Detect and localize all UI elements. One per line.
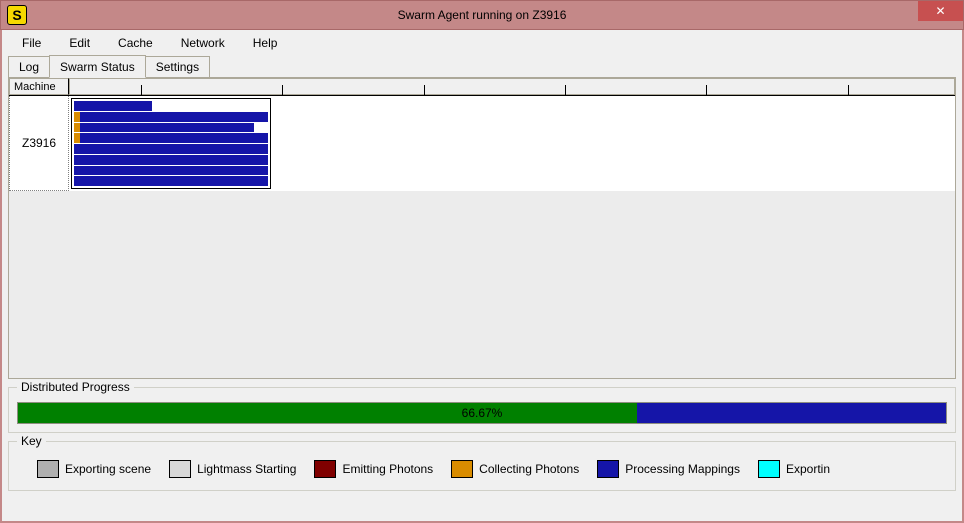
key-item-exporting-scene: Exporting scene: [37, 460, 151, 478]
thread-bars-box: [71, 98, 271, 189]
processing-segment: [74, 176, 268, 186]
machine-name: Z3916: [22, 136, 56, 150]
content-area: Log Swarm Status Settings Machine Z3916 …: [0, 56, 964, 523]
thread-bar-row: [74, 166, 268, 176]
timeline-tick: [141, 85, 142, 95]
tab-settings[interactable]: Settings: [145, 56, 210, 78]
thread-bars-cell: [69, 96, 955, 191]
thread-bar-row: [74, 144, 268, 154]
processing-segment: [74, 101, 152, 111]
key-label: Key: [17, 434, 46, 448]
key-item-label: Exportin: [786, 462, 830, 476]
thread-bar-row: [74, 155, 268, 165]
timeline-tick: [565, 85, 566, 95]
machine-name-cell: Z3916: [9, 96, 69, 191]
emitting-photons-swatch: [314, 460, 336, 478]
status-panel: Machine Z3916: [8, 77, 956, 379]
thread-bar-row: [74, 123, 268, 133]
key-item-label: Emitting Photons: [342, 462, 433, 476]
key-item-label: Collecting Photons: [479, 462, 579, 476]
column-machine: Machine: [9, 78, 69, 95]
lightmass-starting-swatch: [169, 460, 191, 478]
processing-segment: [80, 112, 268, 122]
tab-log[interactable]: Log: [8, 56, 50, 78]
grid-header: Machine: [9, 78, 955, 96]
progress-processing-segment: [637, 403, 946, 423]
close-icon: ✕: [935, 4, 945, 18]
processing-segment: [74, 166, 268, 176]
timeline-tick: [848, 85, 849, 95]
tab-strip: Log Swarm Status Settings: [8, 56, 956, 78]
collecting-photons-swatch: [451, 460, 473, 478]
app-icon: S: [7, 5, 27, 25]
key-group: Key Exporting sceneLightmass StartingEmi…: [8, 441, 956, 491]
progress-complete-segment: [18, 403, 637, 423]
processing-segment: [74, 155, 268, 165]
distributed-progress-bar: 66.67%: [17, 402, 947, 424]
timeline-tick: [706, 85, 707, 95]
close-button[interactable]: ✕: [918, 1, 963, 21]
key-item-label: Lightmass Starting: [197, 462, 296, 476]
processing-segment: [80, 123, 255, 133]
timeline-header: [69, 78, 955, 95]
processing-segment: [74, 144, 268, 154]
column-machine-label: Machine: [14, 81, 56, 93]
grid-row: Z3916: [9, 96, 955, 191]
menu-file[interactable]: File: [8, 32, 55, 54]
processing-mappings-swatch: [597, 460, 619, 478]
thread-bar-row: [74, 101, 268, 111]
titlebar: S Swarm Agent running on Z3916 ✕: [0, 0, 964, 30]
menubar: File Edit Cache Network Help: [0, 30, 964, 56]
tab-swarm-status[interactable]: Swarm Status: [49, 55, 146, 78]
key-item-collecting-photons: Collecting Photons: [451, 460, 579, 478]
thread-bar-row: [74, 133, 268, 143]
distributed-progress-label: Distributed Progress: [17, 380, 134, 394]
distributed-progress-group: Distributed Progress 66.67%: [8, 387, 956, 433]
key-item-lightmass-starting: Lightmass Starting: [169, 460, 296, 478]
key-item-emitting-photons: Emitting Photons: [314, 460, 433, 478]
exporting-scene-swatch: [37, 460, 59, 478]
window-title: Swarm Agent running on Z3916: [398, 8, 567, 22]
exporting-swatch: [758, 460, 780, 478]
menu-help[interactable]: Help: [239, 32, 292, 54]
processing-segment: [80, 133, 268, 143]
key-items: Exporting scene Lightmass Starting Emittin…: [17, 456, 947, 482]
key-item-label: Processing Mappings: [625, 462, 740, 476]
timeline-tick: [424, 85, 425, 95]
progress-percent-text: 66.67%: [462, 406, 503, 420]
menu-cache[interactable]: Cache: [104, 32, 167, 54]
menu-network[interactable]: Network: [167, 32, 239, 54]
timeline-tick: [282, 85, 283, 95]
grid-empty-area: [9, 191, 955, 378]
key-item-exporting: Exportin: [758, 460, 830, 478]
menu-edit[interactable]: Edit: [55, 32, 104, 54]
thread-bar-row: [74, 176, 268, 186]
key-item-processing-mappings: Processing Mappings: [597, 460, 740, 478]
thread-bar-row: [74, 112, 268, 122]
key-item-label: Exporting scene: [65, 462, 151, 476]
